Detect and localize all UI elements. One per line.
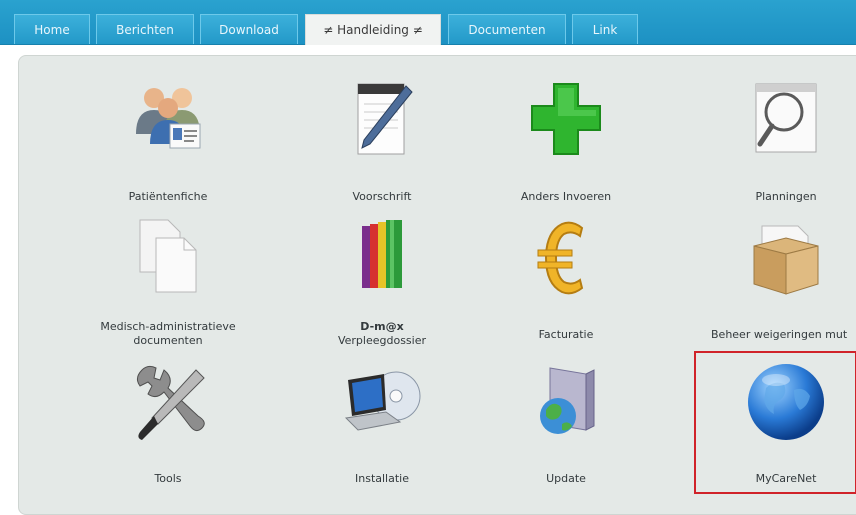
selection-highlight xyxy=(694,351,856,494)
green-cross-icon xyxy=(531,83,601,155)
patients-icon xyxy=(136,88,201,149)
item-label: Beheer weigeringen mut xyxy=(711,328,848,341)
tab-berichten[interactable]: Berichten xyxy=(96,14,194,44)
item-label: Planningen xyxy=(755,190,817,203)
box-icon xyxy=(753,225,819,295)
documents-icon xyxy=(139,219,197,293)
item-label-bold: D-m@x xyxy=(360,320,404,333)
tab-handleiding[interactable]: ≠ Handleiding ≠ xyxy=(305,14,441,45)
item-label: Update xyxy=(546,472,586,485)
item-label-line2: Verpleegdossier xyxy=(337,334,427,347)
euro-icon xyxy=(537,221,584,295)
tab-download[interactable]: Download xyxy=(200,14,298,44)
magnifier-icon xyxy=(755,83,817,153)
item-label: Tools xyxy=(154,472,182,485)
item-label: Installatie xyxy=(355,472,409,485)
item-label: Facturatie xyxy=(538,328,594,341)
tools-icon xyxy=(136,365,205,440)
tab-link[interactable]: Link xyxy=(572,14,638,44)
prescription-pen-icon xyxy=(357,83,413,155)
top-nav-bar: Home Berichten Download ≠ Handleiding ≠ … xyxy=(0,0,856,45)
item-label: Anders Invoeren xyxy=(520,190,612,203)
laptop-cd-icon xyxy=(344,371,421,431)
binders-icon xyxy=(362,220,402,288)
item-label-line2: documenten xyxy=(133,334,203,347)
tab-documenten[interactable]: Documenten xyxy=(448,14,566,44)
item-label: Patiëntenfiche xyxy=(128,190,208,203)
item-label: Medisch-administratieve xyxy=(100,320,236,333)
item-label: Voorschrift xyxy=(352,190,412,203)
tab-home[interactable]: Home xyxy=(14,14,90,44)
update-box-icon xyxy=(540,367,595,434)
